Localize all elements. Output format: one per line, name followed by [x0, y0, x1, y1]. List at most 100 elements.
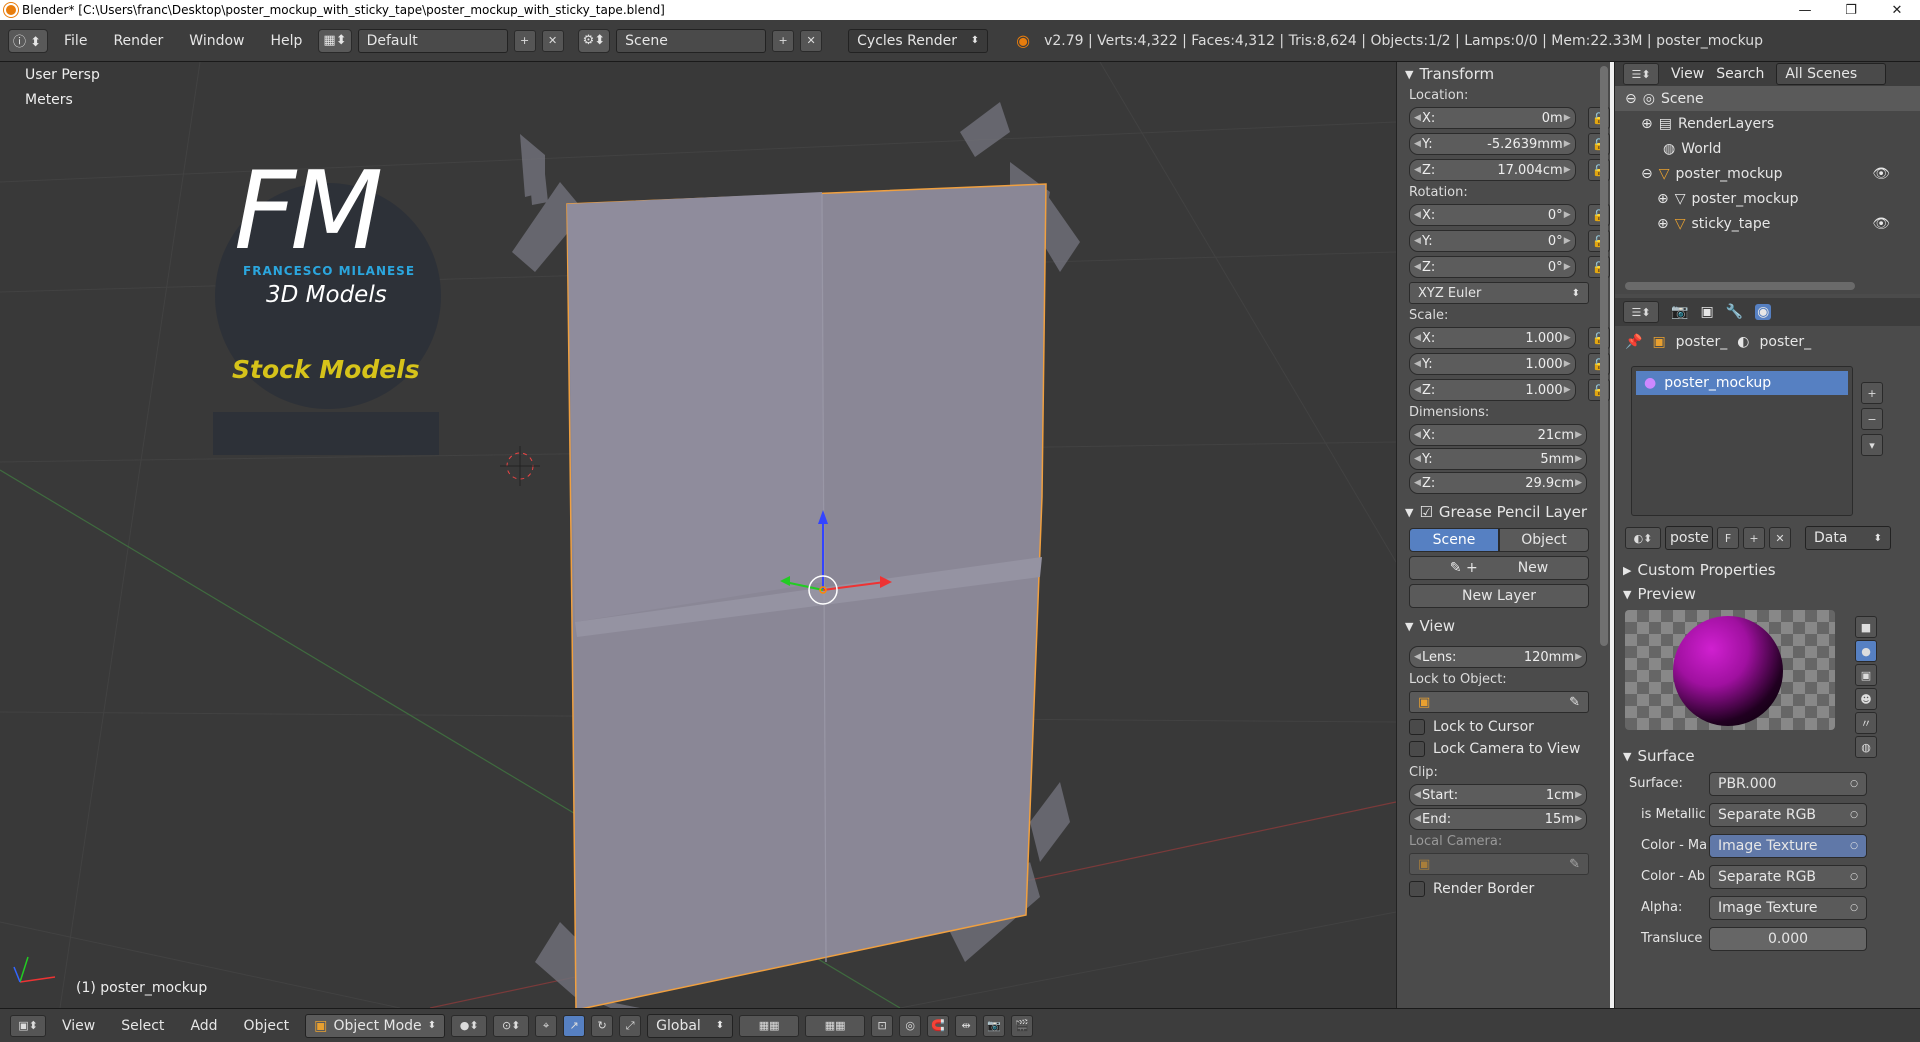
dimension-x-field[interactable]: ◀ X: 21cm ▶: [1409, 424, 1587, 446]
add-layout-icon[interactable]: +: [513, 29, 536, 52]
socket-select[interactable]: Separate RGB ○: [1709, 864, 1867, 889]
menu-window[interactable]: Window: [179, 33, 254, 49]
shading-icon[interactable]: ●⬍: [451, 1014, 488, 1037]
maximize-button[interactable]: ❐: [1828, 0, 1874, 20]
rotation-y-field[interactable]: ◀ Y: 0° ▶: [1409, 230, 1576, 252]
menu-render[interactable]: Render: [103, 33, 173, 49]
outliner-view-menu[interactable]: View: [1671, 66, 1704, 82]
socket-select[interactable]: Image Texture ○: [1709, 895, 1867, 920]
outliner-editor-icon[interactable]: ☰⬍: [1623, 63, 1659, 85]
remove-slot-icon[interactable]: −: [1861, 408, 1883, 430]
scale-z-field[interactable]: ◀ Z: 1.000 ▶: [1409, 379, 1576, 401]
view-header[interactable]: ▼ View: [1397, 614, 1610, 638]
mode-select[interactable]: ▣ Object Mode ⬍: [305, 1013, 446, 1038]
socket-number-field[interactable]: 0.000: [1709, 926, 1867, 951]
menu-add[interactable]: Add: [180, 1018, 227, 1034]
rotate-icon[interactable]: ↻: [591, 1014, 614, 1037]
rotation-z-field[interactable]: ◀ Z: 0° ▶: [1409, 256, 1576, 278]
outliner-search-menu[interactable]: Search: [1716, 66, 1764, 82]
pivot-icon[interactable]: ⊙⬍: [493, 1014, 530, 1037]
proportional-edit-icon[interactable]: ◎: [899, 1014, 922, 1037]
outliner-item-world[interactable]: ◍ World: [1615, 136, 1920, 161]
menu-help[interactable]: Help: [260, 33, 312, 49]
manipulator-icon[interactable]: ⌖: [535, 1014, 558, 1037]
properties-editor-icon[interactable]: ☰⬍: [1623, 301, 1659, 323]
gp-object-tab[interactable]: Object: [1499, 528, 1589, 552]
new-layer-button[interactable]: New Layer: [1409, 584, 1589, 608]
scene-select[interactable]: Scene: [616, 28, 767, 53]
material-slots-list[interactable]: ● poster_mockup: [1631, 366, 1853, 516]
link-select[interactable]: Data ⬍: [1805, 526, 1891, 550]
render-tab-icon[interactable]: 📷: [1671, 304, 1688, 320]
preview-header[interactable]: ▼ Preview: [1615, 582, 1920, 606]
outliner-item-sticky-tape[interactable]: ⊕ ▽ sticky_tape 👁: [1615, 211, 1920, 236]
expand-icon[interactable]: ⊕: [1641, 116, 1653, 132]
lock-to-cursor-checkbox[interactable]: Lock to Cursor: [1409, 719, 1598, 735]
outliner-filter-select[interactable]: All Scenes: [1776, 63, 1887, 85]
outliner-item-renderlayers[interactable]: ⊕ ▤ RenderLayers: [1615, 111, 1920, 136]
pin-icon[interactable]: 📌: [1625, 334, 1642, 350]
custom-properties-header[interactable]: ▶ Custom Properties: [1615, 558, 1920, 582]
preview-cube-icon[interactable]: ▣: [1855, 664, 1877, 686]
lock-camera-checkbox[interactable]: Lock Camera to View: [1409, 741, 1598, 757]
clip-end-field[interactable]: ◀ End: 15m ▶: [1409, 808, 1587, 830]
gp-scene-tab[interactable]: Scene: [1409, 528, 1499, 552]
layout-select[interactable]: Default: [357, 28, 508, 53]
orientation-select[interactable]: Global ⬍: [647, 1013, 734, 1038]
translate-icon[interactable]: ↗: [563, 1014, 586, 1037]
unlink-material-icon[interactable]: ✕: [1769, 527, 1791, 549]
snap-target-icon[interactable]: ⇹: [955, 1014, 978, 1037]
outliner-item-poster-mockup[interactable]: ⊖ ▽ poster_mockup 👁: [1615, 161, 1920, 186]
eye-icon[interactable]: 👁: [1872, 166, 1890, 182]
editor-type-button[interactable]: ⓘ ⬍: [8, 28, 48, 53]
scale-icon[interactable]: ⤢: [619, 1014, 642, 1037]
render-border-checkbox[interactable]: Render Border: [1409, 881, 1598, 897]
scale-y-field[interactable]: ◀ Y: 1.000 ▶: [1409, 353, 1576, 375]
object-tab-icon[interactable]: ▣: [1700, 304, 1713, 320]
local-camera-field[interactable]: ▣ ✎: [1409, 853, 1589, 875]
remove-layout-icon[interactable]: ✕: [541, 29, 564, 52]
menu-object[interactable]: Object: [234, 1018, 300, 1034]
menu-file[interactable]: File: [54, 33, 97, 49]
menu-select[interactable]: Select: [111, 1018, 174, 1034]
gp-source-toggle[interactable]: Scene Object: [1409, 528, 1589, 552]
eyedropper-icon[interactable]: ✎: [1569, 857, 1580, 872]
snap-icon[interactable]: 🧲: [927, 1014, 950, 1037]
material-name-field[interactable]: poste: [1665, 526, 1713, 550]
rotation-x-field[interactable]: ◀ X: 0° ▶: [1409, 204, 1576, 226]
preview-hair-icon[interactable]: 〃: [1855, 712, 1877, 734]
layers2-icon[interactable]: ▦▦: [805, 1014, 866, 1037]
collapse-icon[interactable]: ⊖: [1625, 91, 1637, 107]
opengl-render-icon[interactable]: 📷: [983, 1014, 1006, 1037]
layers-icon[interactable]: ▦▦: [739, 1014, 800, 1037]
slot-menu-icon[interactable]: ▾: [1861, 434, 1883, 456]
scale-x-field[interactable]: ◀ X: 1.000 ▶: [1409, 327, 1576, 349]
rotation-mode-select[interactable]: XYZ Euler ⬍: [1409, 282, 1589, 304]
checkbox-checked-icon[interactable]: ☑: [1419, 503, 1432, 521]
outliner-item-scene[interactable]: ⊖ ◎ Scene: [1615, 86, 1920, 111]
menu-view[interactable]: View: [52, 1018, 105, 1034]
preview-monkey-icon[interactable]: ☻: [1855, 688, 1877, 710]
grease-pencil-header[interactable]: ▼ ☑ Grease Pencil Layer: [1397, 500, 1610, 524]
minimize-button[interactable]: —: [1782, 0, 1828, 20]
lens-field[interactable]: ◀ Lens: 120mm ▶: [1409, 646, 1587, 668]
preview-world-icon[interactable]: ◍: [1855, 736, 1877, 758]
clip-start-field[interactable]: ◀ Start: 1cm ▶: [1409, 784, 1587, 806]
dimension-y-field[interactable]: ◀ Y: 5mm ▶: [1409, 448, 1587, 470]
location-y-field[interactable]: ◀ Y: -5.2639mm ▶: [1409, 133, 1576, 155]
close-button[interactable]: ✕: [1874, 0, 1920, 20]
modifier-tab-icon[interactable]: 🔧: [1726, 304, 1743, 320]
fake-user-button[interactable]: F: [1717, 527, 1739, 549]
location-x-field[interactable]: ◀ X: 0m ▶: [1409, 107, 1576, 129]
new-material-icon[interactable]: +: [1743, 527, 1765, 549]
shelf-scrollbar[interactable]: [1600, 66, 1608, 646]
add-slot-icon[interactable]: +: [1861, 382, 1883, 404]
lock-object-field[interactable]: ▣ ✎: [1409, 691, 1589, 713]
remove-scene-icon[interactable]: ✕: [800, 29, 823, 52]
opengl-anim-icon[interactable]: 🎬: [1011, 1014, 1034, 1037]
material-slot[interactable]: ● poster_mockup: [1636, 371, 1848, 395]
eyedropper-icon[interactable]: ✎: [1569, 695, 1580, 710]
transform-header[interactable]: ▼ Transform: [1397, 62, 1610, 86]
location-z-field[interactable]: ◀ Z: 17.004cm ▶: [1409, 159, 1576, 181]
surface-select[interactable]: PBR.000 ○: [1709, 771, 1867, 796]
